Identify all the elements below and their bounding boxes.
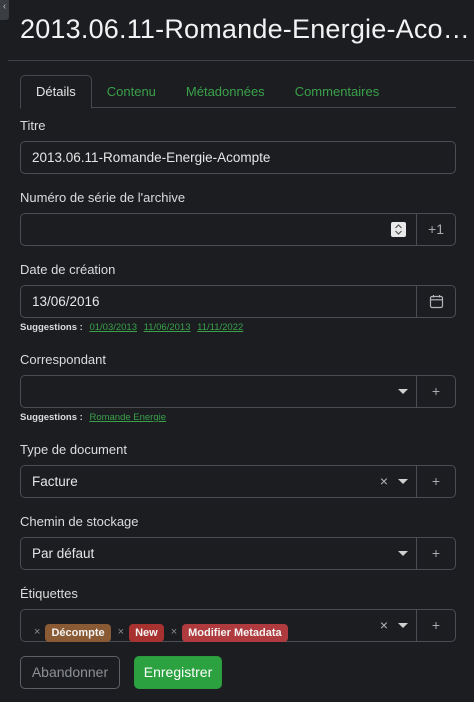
add-storage-path-button[interactable]: +: [416, 537, 456, 570]
remove-tag-icon[interactable]: ×: [118, 617, 124, 648]
date-suggestion-link[interactable]: 11/11/2022: [197, 322, 243, 333]
correspondent-select[interactable]: [20, 375, 417, 408]
date-label: Date de création: [20, 262, 116, 277]
title-input[interactable]: 2013.06.11-Romande-Energie-Acompte: [20, 141, 456, 174]
tags-label: Étiquettes: [20, 586, 78, 601]
tab-comments[interactable]: Commentaires: [280, 75, 395, 108]
tab-metadata[interactable]: Métadonnées: [171, 75, 280, 108]
date-suggestion-link[interactable]: 11/06/2013: [144, 322, 191, 333]
remove-tag-icon[interactable]: ×: [171, 617, 177, 648]
date-suggestion-link[interactable]: 01/03/2013: [89, 322, 137, 333]
calendar-button[interactable]: [416, 285, 456, 318]
page-title: 2013.06.11-Romande-Energie-Acompte: [20, 14, 474, 44]
tags-select[interactable]: × Décompte × New × Modifier Metadata ×: [20, 609, 417, 642]
document-type-select[interactable]: Facture ×: [20, 465, 417, 498]
cancel-button[interactable]: Abandonner: [20, 656, 120, 689]
correspondent-suggestions: Suggestions : Romande Energie: [20, 412, 166, 423]
archive-serial-input[interactable]: [20, 213, 417, 246]
save-button[interactable]: Enregistrer: [134, 656, 222, 689]
date-input[interactable]: 13/06/2016: [20, 285, 417, 318]
tag-chip: Décompte: [45, 623, 111, 642]
correspondent-label: Correspondant: [20, 352, 106, 367]
storage-path-label: Chemin de stockage: [20, 514, 139, 529]
clear-icon[interactable]: ×: [380, 610, 388, 641]
chevron-down-icon[interactable]: [398, 551, 408, 556]
add-document-type-button[interactable]: +: [416, 465, 456, 498]
archive-serial-label: Numéro de série de l'archive: [20, 190, 186, 205]
chevron-down-icon[interactable]: [398, 623, 408, 628]
tab-details[interactable]: Détails: [20, 75, 92, 109]
title-divider: [8, 60, 474, 61]
storage-path-value: Par défaut: [32, 546, 95, 561]
correspondent-suggestions-label: Suggestions :: [20, 412, 83, 423]
remove-tag-icon[interactable]: ×: [34, 617, 40, 648]
add-tag-button[interactable]: +: [416, 609, 456, 642]
add-correspondent-button[interactable]: +: [416, 375, 456, 408]
date-suggestions-label: Suggestions :: [20, 322, 83, 333]
correspondent-suggestion-link[interactable]: Romande Energie: [89, 412, 166, 423]
title-label: Titre: [20, 118, 46, 133]
chevron-down-icon[interactable]: [398, 479, 408, 484]
tag-chip: New: [129, 623, 164, 642]
tag-chip: Modifier Metadata: [182, 623, 288, 642]
number-spinner-icon[interactable]: [391, 222, 406, 237]
calendar-icon: [429, 295, 443, 309]
sidebar-toggle[interactable]: ‹: [0, 0, 9, 20]
storage-path-select[interactable]: Par défaut: [20, 537, 417, 570]
chevron-down-icon[interactable]: [398, 389, 408, 394]
date-suggestions: Suggestions : 01/03/2013 11/06/2013 11/1…: [20, 322, 243, 333]
document-type-value: Facture: [32, 474, 78, 489]
document-type-label: Type de document: [20, 442, 127, 457]
tab-bar: Détails Contenu Métadonnées Commentaires: [20, 75, 456, 109]
tab-content[interactable]: Contenu: [92, 75, 171, 108]
clear-icon[interactable]: ×: [380, 466, 388, 497]
archive-next-button[interactable]: +1: [416, 213, 456, 246]
